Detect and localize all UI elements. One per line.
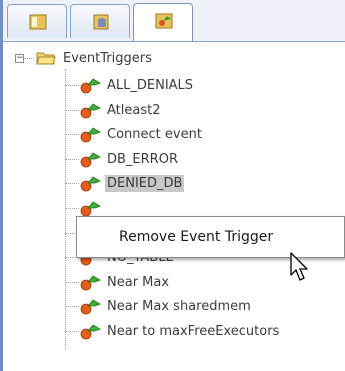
event-trigger-icon [80, 78, 101, 94]
tree-item-label: DENIED_DB [105, 174, 185, 192]
tree-item-label: ALL_DENIALS [107, 77, 194, 93]
tree-connector-line [65, 331, 79, 332]
event-trigger-icon [80, 324, 101, 340]
event-trigger-icon [155, 13, 173, 29]
tree-connector-line [65, 110, 79, 111]
tree-item-label: DB_ERROR [107, 151, 178, 167]
tree-item-label: Connect event [107, 126, 202, 142]
tree-connector-line [65, 183, 79, 184]
tree-item[interactable]: Atleast2 [78, 99, 162, 121]
tree-item[interactable]: DENIED_DB [78, 172, 185, 194]
tree-connector-line [65, 134, 79, 135]
tree-connector-line [65, 306, 79, 307]
tree-item[interactable]: DB_ERROR [78, 148, 180, 170]
event-trigger-icon [80, 299, 101, 315]
tab-explorer[interactable] [7, 4, 67, 38]
tree-item-label: Near Max sharedmem [107, 298, 251, 314]
tree-connector-line [65, 208, 79, 209]
tree-item-label: Near Max [107, 274, 170, 290]
collapse-toggle[interactable]: − [15, 54, 24, 63]
tree-item[interactable]: Near to maxFreeExecutors [78, 320, 281, 342]
tree-item[interactable]: Connect event [78, 123, 204, 145]
tree-root-label: EventTriggers [63, 50, 152, 66]
tree-connector-line [65, 85, 79, 86]
event-trigger-icon [80, 176, 101, 192]
tab-database[interactable] [70, 4, 130, 38]
tree-connector-line [65, 282, 79, 283]
event-trigger-icon [80, 152, 101, 168]
tree-item[interactable]: ALL_DENIALS [78, 74, 195, 96]
folder-tree-icon [29, 14, 47, 30]
event-trigger-icon [80, 103, 101, 119]
menu-item-remove-event-trigger[interactable]: Remove Event Trigger [77, 229, 273, 245]
event-trigger-icon [80, 275, 101, 291]
tree-item[interactable]: Near Max [78, 271, 171, 293]
tab-triggers[interactable] [133, 3, 193, 41]
database-icon [93, 14, 109, 30]
tree-trunk-line [65, 69, 66, 349]
tab-bar [3, 0, 345, 42]
tree-item-label: Near to maxFreeExecutors [107, 323, 280, 339]
tree-item[interactable]: Near Max sharedmem [78, 295, 253, 317]
tree-item-label: Atleast2 [107, 102, 161, 118]
event-trigger-icon [80, 127, 101, 143]
mouse-cursor-icon [290, 252, 308, 281]
tree-item-label [105, 207, 109, 209]
tree-connector-line [65, 159, 79, 160]
event-trigger-icon [80, 201, 101, 217]
tree-view: − EventTriggers ALL_DENIALS Atleast2 Conne… [3, 42, 345, 371]
tree-root-node[interactable]: EventTriggers [36, 47, 154, 69]
folder-open-icon [36, 52, 56, 65]
